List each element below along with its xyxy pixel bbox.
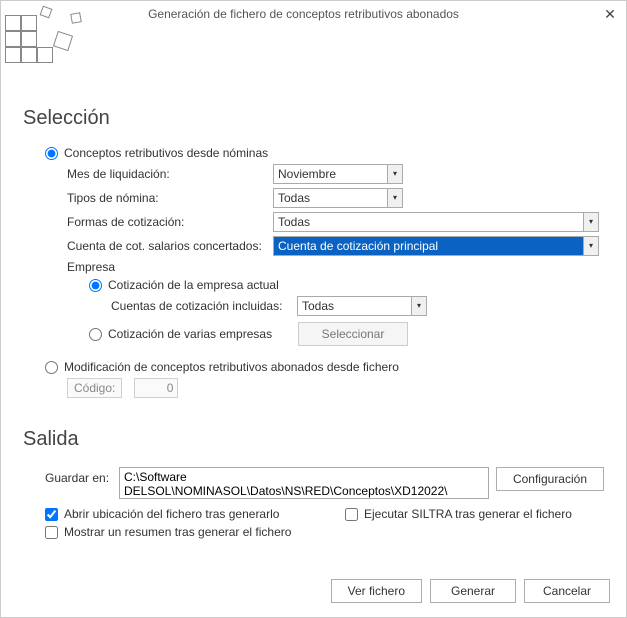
opt-desde-fichero[interactable]: [45, 361, 58, 374]
chk-resumen-label: Mostrar un resumen tras generar el fiche…: [64, 525, 291, 539]
chk-abrir-ubicacion[interactable]: [45, 508, 58, 521]
chk-resumen[interactable]: [45, 526, 58, 539]
salida-heading: Salida: [23, 428, 604, 451]
app-logo: [5, 5, 85, 65]
opt-desde-fichero-row: Modificación de conceptos retributivos a…: [23, 360, 604, 374]
window-title: Generación de fichero de conceptos retri…: [7, 7, 600, 21]
cuenta-dropdown[interactable]: Cuenta de cotización principal ▾: [273, 236, 599, 256]
seleccionar-button[interactable]: Seleccionar: [298, 322, 408, 346]
opt-desde-fichero-label: Modificación de conceptos retributivos a…: [64, 360, 399, 374]
guardar-label: Guardar en:: [45, 467, 119, 485]
cuentas-incl-value: Todas: [297, 296, 411, 316]
cuenta-value: Cuenta de cotización principal: [273, 236, 583, 256]
seleccion-heading: Selección: [23, 107, 604, 130]
opt-cot-varias[interactable]: [89, 328, 102, 341]
ver-fichero-button[interactable]: Ver fichero: [331, 579, 422, 603]
cancelar-button[interactable]: Cancelar: [524, 579, 610, 603]
mes-dropdown[interactable]: Noviembre ▾: [273, 164, 403, 184]
opt-desde-nominas-row: Conceptos retributivos desde nóminas: [23, 146, 604, 160]
chk-siltra-label: Ejecutar SILTRA tras generar el fichero: [364, 507, 572, 521]
cuentas-incl-dropdown[interactable]: Todas ▾: [297, 296, 427, 316]
chevron-down-icon[interactable]: ▾: [387, 188, 403, 208]
formas-label: Formas de cotización:: [67, 215, 273, 229]
cuenta-label: Cuenta de cot. salarios concertados:: [67, 239, 273, 253]
empresa-label: Empresa: [67, 260, 115, 274]
tipo-value: Todas: [273, 188, 387, 208]
guardar-path[interactable]: [119, 467, 489, 499]
opt-cot-varias-label: Cotización de varias empresas: [108, 327, 298, 341]
titlebar: Generación de fichero de conceptos retri…: [1, 1, 626, 27]
close-icon[interactable]: ✕: [600, 4, 620, 24]
codigo-value: 0: [134, 378, 178, 398]
cot-actual-row: Cotización de la empresa actual: [23, 278, 604, 292]
cuentas-incl-label: Cuentas de cotización incluidas:: [111, 299, 297, 313]
tipo-label: Tipos de nómina:: [67, 191, 273, 205]
configuracion-button[interactable]: Configuración: [496, 467, 604, 491]
codigo-label: Código:: [67, 378, 122, 398]
chk-abrir-label: Abrir ubicación del fichero tras generar…: [64, 507, 279, 521]
chk-siltra[interactable]: [345, 508, 358, 521]
footer-buttons: Ver fichero Generar Cancelar: [331, 579, 610, 603]
opt-cot-actual[interactable]: [89, 279, 102, 292]
opt-desde-nominas[interactable]: [45, 147, 58, 160]
tipo-dropdown[interactable]: Todas ▾: [273, 188, 403, 208]
generar-button[interactable]: Generar: [430, 579, 516, 603]
formas-dropdown[interactable]: Todas ▾: [273, 212, 599, 232]
chevron-down-icon[interactable]: ▾: [411, 296, 427, 316]
chevron-down-icon[interactable]: ▾: [583, 212, 599, 232]
cot-varias-row: Cotización de varias empresas Selecciona…: [23, 322, 604, 346]
mes-label: Mes de liquidación:: [67, 167, 273, 181]
chevron-down-icon[interactable]: ▾: [387, 164, 403, 184]
opt-desde-nominas-label: Conceptos retributivos desde nóminas: [64, 146, 268, 160]
opt-cot-actual-label: Cotización de la empresa actual: [108, 278, 279, 292]
formas-value: Todas: [273, 212, 583, 232]
mes-value: Noviembre: [273, 164, 387, 184]
chevron-down-icon[interactable]: ▾: [583, 236, 599, 256]
